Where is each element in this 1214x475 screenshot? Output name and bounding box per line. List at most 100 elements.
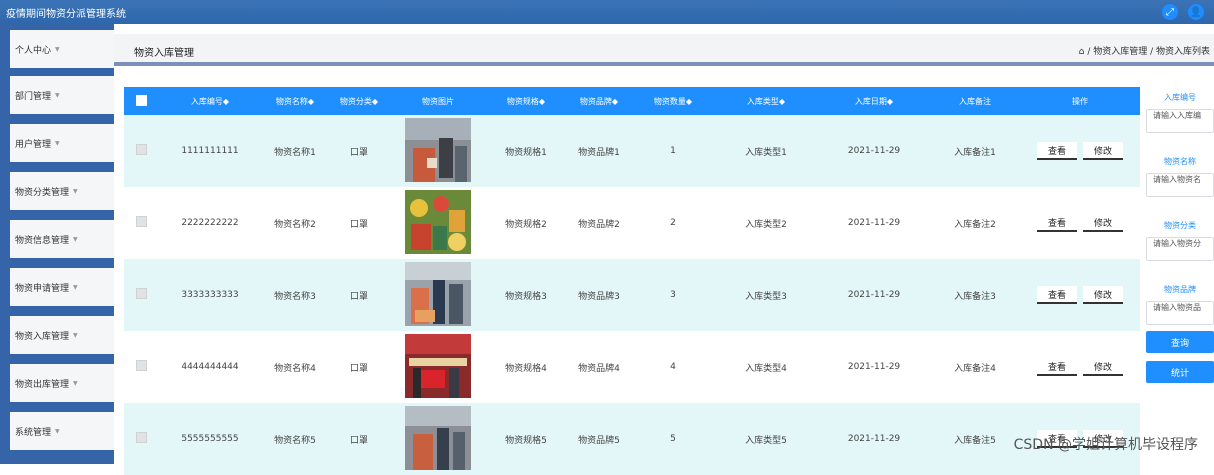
cell-qty: 3 xyxy=(670,290,676,300)
sidebar-item-personal-center[interactable]: 个人中心 ▼ xyxy=(10,30,114,68)
cell-type: 入库类型3 xyxy=(745,291,787,302)
caret-down-icon: ▼ xyxy=(73,187,78,195)
cell-name: 物资名称2 xyxy=(274,219,316,230)
top-icons: ⤢ 👤 xyxy=(1162,0,1214,24)
cell-code: 3333333333 xyxy=(181,290,239,300)
row-checkbox-cell xyxy=(124,288,158,302)
cell-actions: 查看 修改 xyxy=(1020,214,1140,232)
cell-note: 入库备注4 xyxy=(954,363,996,374)
column-header[interactable]: 入库类型◆ xyxy=(714,96,818,107)
sidebar-item-label: 物资分类管理 xyxy=(15,187,70,198)
sidebar-item-department[interactable]: 部门管理 ▼ xyxy=(10,76,114,114)
cell-category: 口罩 xyxy=(349,435,368,446)
cell-type: 入库类型2 xyxy=(745,219,787,230)
breadcrumb: ⌂ / 物资入库管理 / 物资入库列表 xyxy=(1079,44,1210,57)
cell-brand: 物资品牌5 xyxy=(578,435,620,446)
column-header[interactable]: 物资数量◆ xyxy=(632,96,714,107)
fullscreen-icon[interactable]: ⤢ xyxy=(1162,4,1178,20)
row-checkbox[interactable] xyxy=(135,144,147,155)
sidebar-item-label: 物资申请管理 xyxy=(15,283,70,294)
breadcrumb-text[interactable]: / 物资入库管理 / 物资入库列表 xyxy=(1087,47,1210,57)
brand-search-input[interactable]: 请输入物资品 xyxy=(1146,301,1214,325)
sidebar-item-inbound[interactable]: 物资入库管理 ▼ xyxy=(10,316,114,354)
sidebar-item-users[interactable]: 用户管理 ▼ xyxy=(10,124,114,162)
code-search-input[interactable]: 请输入入库编 xyxy=(1146,109,1214,133)
column-header[interactable]: 入库日期◆ xyxy=(818,96,930,107)
cell-date: 2021-11-29 xyxy=(847,362,901,372)
row-checkbox[interactable] xyxy=(135,216,147,227)
filter-label-category: 物资分类 xyxy=(1164,221,1196,230)
view-button[interactable]: 查看 xyxy=(1037,214,1077,232)
watermark: CSDN @学姐计算机毕设程序 xyxy=(1013,437,1198,453)
sidebar-item-label: 物资出库管理 xyxy=(15,379,70,390)
column-header[interactable]: 物资名称◆ xyxy=(262,96,328,107)
cell-type: 入库类型5 xyxy=(745,435,787,446)
cell-brand: 物资品牌3 xyxy=(578,291,620,302)
row-checkbox[interactable] xyxy=(135,432,147,443)
select-all-checkbox[interactable] xyxy=(135,94,147,106)
row-checkbox[interactable] xyxy=(135,360,147,371)
cell-brand: 物资品牌4 xyxy=(578,363,620,374)
cell-spec: 物资规格3 xyxy=(505,291,547,302)
cell-spec: 物资规格2 xyxy=(505,219,547,230)
search-button[interactable]: 查询 xyxy=(1146,331,1214,353)
column-header[interactable]: 入库编号◆ xyxy=(158,96,262,107)
table-row: 2222222222 物资名称2 口罩 物资规格2 物资品牌2 2 入库类型2 … xyxy=(124,187,1140,259)
view-button[interactable]: 查看 xyxy=(1037,358,1077,376)
cell-code: 1111111111 xyxy=(181,146,239,156)
cell-type: 入库类型4 xyxy=(745,363,787,374)
material-photo[interactable] xyxy=(405,333,471,398)
sidebar-item-label: 用户管理 xyxy=(15,139,52,150)
view-button[interactable]: 查看 xyxy=(1037,142,1077,160)
edit-button[interactable]: 修改 xyxy=(1083,142,1123,160)
cell-name: 物资名称4 xyxy=(274,363,316,374)
edit-button[interactable]: 修改 xyxy=(1083,358,1123,376)
cell-category: 口罩 xyxy=(349,219,368,230)
material-photo[interactable] xyxy=(405,117,471,182)
column-header[interactable]: 物资分类◆ xyxy=(328,96,390,107)
cell-code: 5555555555 xyxy=(181,434,239,444)
cell-name: 物资名称5 xyxy=(274,435,316,446)
filter-label-name: 物资名称 xyxy=(1164,157,1196,166)
page-header: 物资入库管理 ⌂ / 物资入库管理 / 物资入库列表 xyxy=(114,34,1214,66)
user-icon[interactable]: 👤 xyxy=(1188,4,1204,20)
cell-spec: 物资规格4 xyxy=(505,363,547,374)
caret-down-icon: ▼ xyxy=(73,379,78,387)
select-all-checkbox-cell xyxy=(124,94,158,108)
material-photo[interactable] xyxy=(405,189,471,254)
material-photo[interactable] xyxy=(405,261,471,326)
sidebar-item-materials[interactable]: 物资信息管理 ▼ xyxy=(10,220,114,258)
cell-category: 口罩 xyxy=(349,291,368,302)
column-header[interactable]: 物资品牌◆ xyxy=(566,96,632,107)
cell-spec: 物资规格5 xyxy=(505,435,547,446)
home-icon[interactable]: ⌂ xyxy=(1079,47,1085,57)
sidebar-item-outbound[interactable]: 物资出库管理 ▼ xyxy=(10,364,114,402)
view-button[interactable]: 查看 xyxy=(1037,286,1077,304)
sidebar-item-system[interactable]: 系统管理 ▼ xyxy=(10,412,114,450)
cell-photo xyxy=(390,333,486,401)
cell-brand: 物资品牌2 xyxy=(578,219,620,230)
category-search-input[interactable]: 请输入物资分 xyxy=(1146,237,1214,261)
caret-down-icon: ▼ xyxy=(73,331,78,339)
material-photo[interactable] xyxy=(405,405,471,470)
stats-button[interactable]: 统计 xyxy=(1146,361,1214,383)
caret-down-icon: ▼ xyxy=(73,283,78,291)
sidebar-item-category[interactable]: 物资分类管理 ▼ xyxy=(10,172,114,210)
cell-name: 物资名称1 xyxy=(274,147,316,158)
cell-date: 2021-11-29 xyxy=(847,434,901,444)
row-checkbox-cell xyxy=(124,432,158,446)
edit-button[interactable]: 修改 xyxy=(1083,214,1123,232)
app-title: 疫情期间物资分派管理系统 xyxy=(6,8,126,20)
cell-name: 物资名称3 xyxy=(274,291,316,302)
filter-label-brand: 物资品牌 xyxy=(1164,285,1196,294)
sidebar-item-requests[interactable]: 物资申请管理 ▼ xyxy=(10,268,114,306)
caret-down-icon: ▼ xyxy=(55,45,60,53)
filter-label-code: 入库编号 xyxy=(1164,93,1196,102)
table-row: 1111111111 物资名称1 口罩 物资规格1 物资品牌1 1 入库类型1 … xyxy=(124,115,1140,187)
name-search-input[interactable]: 请输入物资名 xyxy=(1146,173,1214,197)
edit-button[interactable]: 修改 xyxy=(1083,286,1123,304)
cell-photo xyxy=(390,117,486,185)
column-header[interactable]: 物资规格◆ xyxy=(486,96,566,107)
row-checkbox[interactable] xyxy=(135,288,147,299)
sidebar: 个人中心 ▼ 部门管理 ▼ 用户管理 ▼ 物资分类管理 ▼ 物资信息管理 ▼ 物资申请管理… xyxy=(0,24,114,464)
